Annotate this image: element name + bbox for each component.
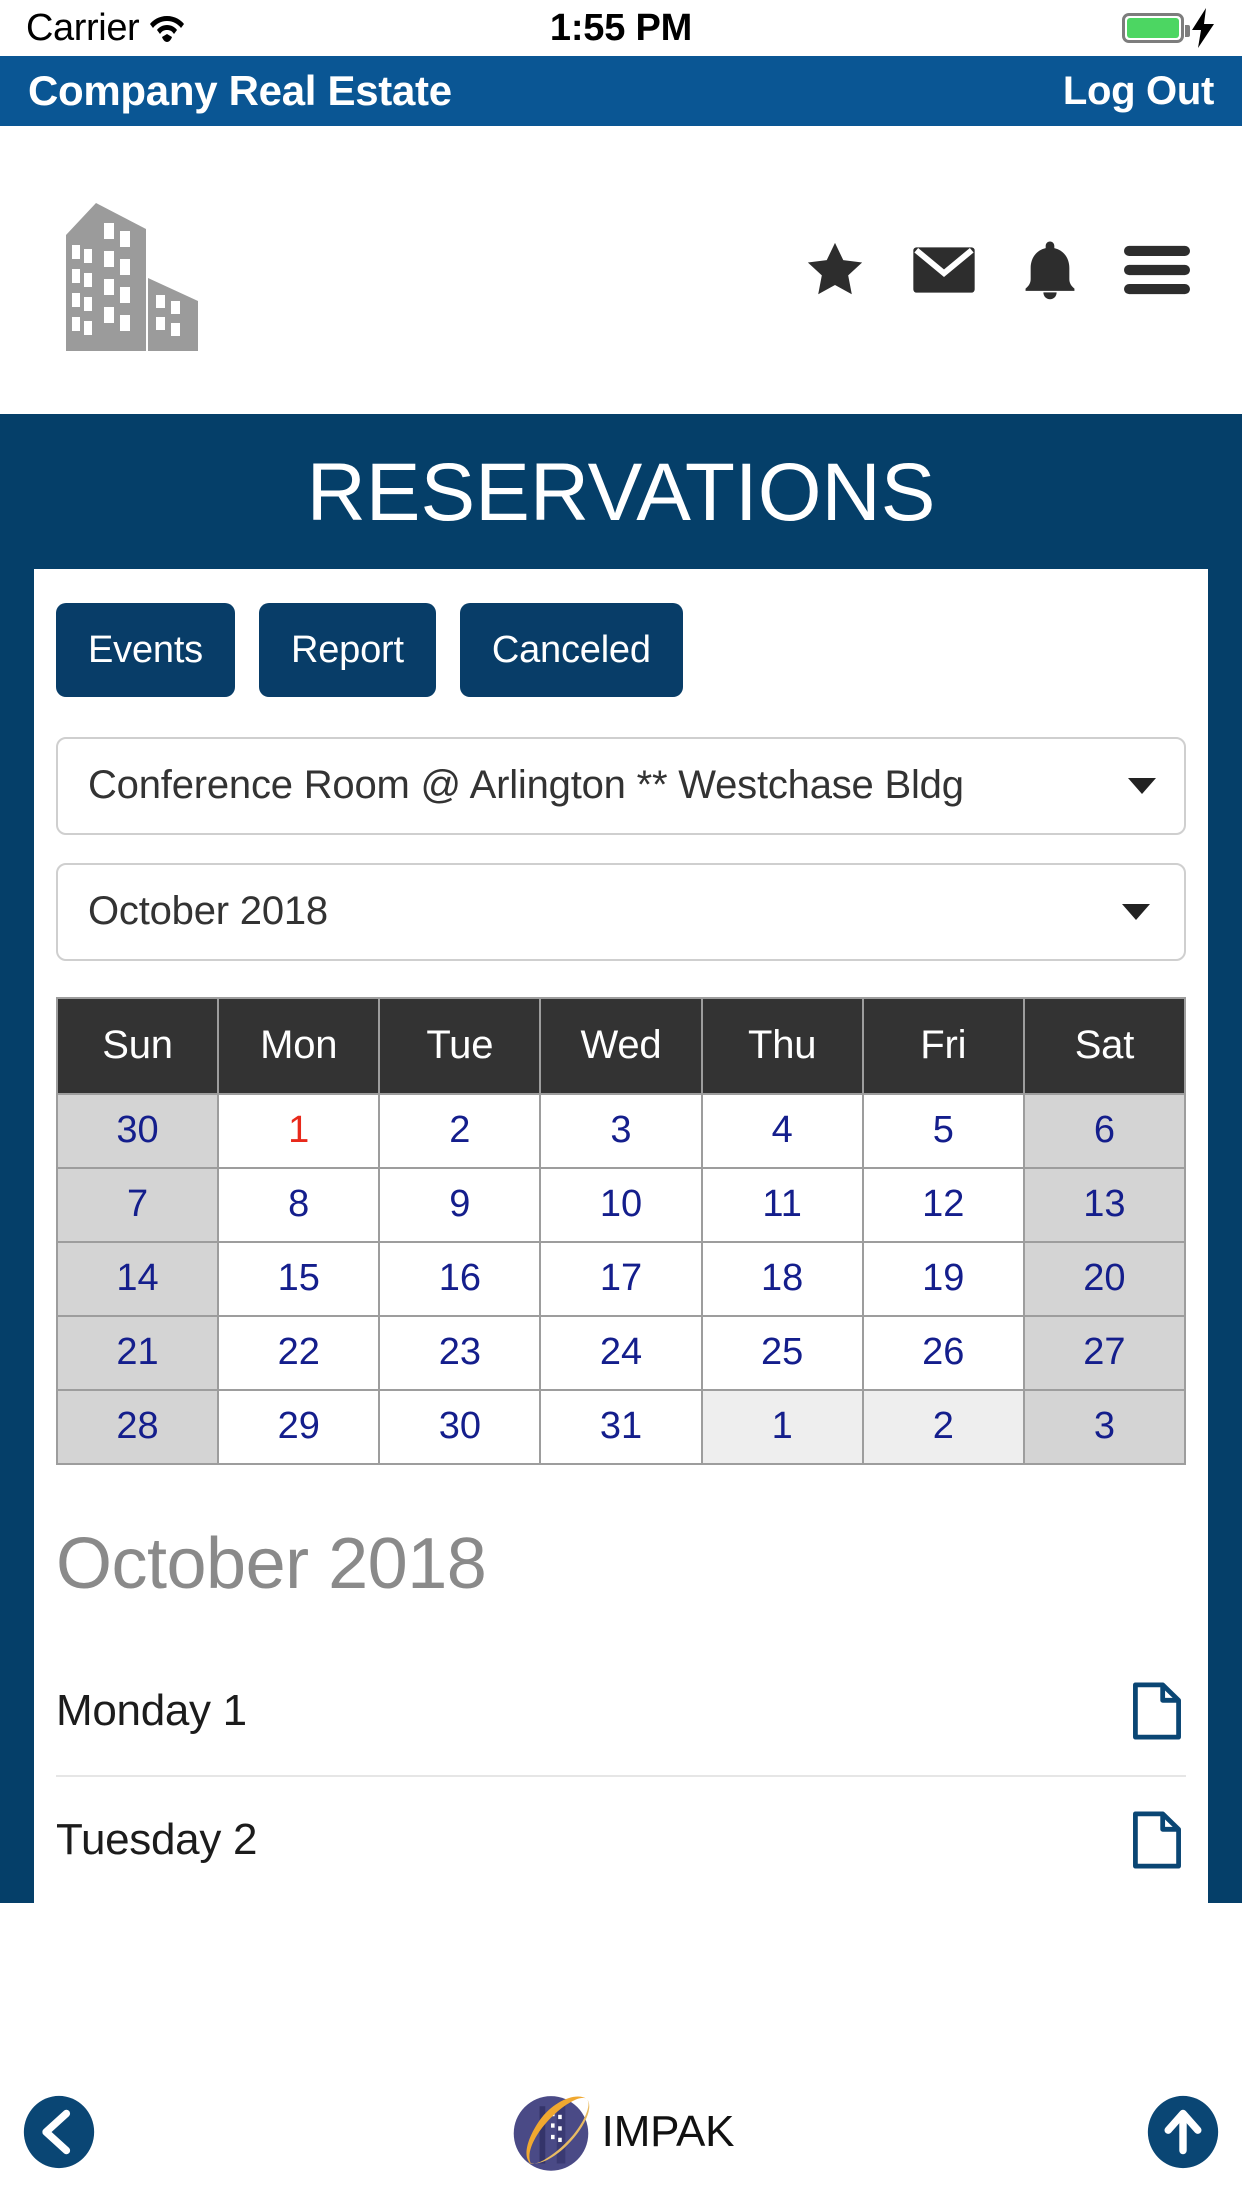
calendar-day-cell[interactable]: 30 [55, 1092, 220, 1169]
header-icon-group [804, 239, 1196, 301]
calendar-body: 30 1 2 3 4 5 6 7 8 9 10 11 12 13 14 15 16 17 18 19 20 21 22 23 2… [55, 1092, 1187, 1465]
top-nav-bar: Company Real Estate Log Out [0, 56, 1242, 126]
calendar-day-cell[interactable]: 23 [378, 1314, 542, 1391]
weekday-header: Wed [539, 996, 703, 1095]
calendar-day-cell[interactable]: 5 [861, 1092, 1025, 1169]
calendar-wrap: Sun Mon Tue Wed Thu Fri Sat 30 1 2 3 4 5 6 7 8 9 1… [34, 961, 1208, 1465]
list-item[interactable]: Monday 1 [56, 1647, 1186, 1775]
calendar-week-row: 14 15 16 17 18 19 20 [55, 1240, 1187, 1317]
document-icon[interactable] [1132, 1808, 1186, 1872]
calendar-day-cell[interactable]: 15 [217, 1240, 381, 1317]
month-select-value: October 2018 [88, 889, 328, 933]
calendar-day-cell[interactable]: 8 [217, 1166, 381, 1243]
calendar-day-cell[interactable]: 1 [217, 1092, 381, 1169]
calendar-day-cell[interactable]: 14 [55, 1240, 220, 1317]
app-title: Company Real Estate [28, 67, 452, 114]
logout-button[interactable]: Log Out [1063, 69, 1214, 114]
calendar-week-row: 28 29 30 31 1 2 3 [55, 1388, 1187, 1465]
calendar-day-cell[interactable]: 28 [55, 1388, 220, 1465]
bottom-toolbar: IMPAK [0, 2056, 1242, 2208]
impak-label: IMPAK [601, 2107, 735, 2156]
calendar-day-cell[interactable]: 13 [1022, 1166, 1187, 1243]
calendar-weekday-row: Sun Mon Tue Wed Thu Fri Sat [55, 996, 1187, 1095]
event-label: Tuesday 2 [56, 1814, 258, 1864]
calendar-day-cell[interactable]: 7 [55, 1166, 220, 1243]
calendar-day-cell[interactable]: 3 [1022, 1388, 1187, 1465]
star-icon[interactable] [804, 239, 866, 301]
month-select-wrap: October 2018 [34, 835, 1208, 961]
office-building-logo [66, 202, 198, 351]
tab-events[interactable]: Events [56, 602, 235, 697]
tab-report[interactable]: Report [258, 602, 436, 697]
calendar-day-cell[interactable]: 21 [55, 1314, 220, 1391]
impak-brand: IMPAK [508, 2089, 735, 2175]
chevron-down-icon [1122, 903, 1150, 920]
room-select[interactable]: Conference Room @ Arlington ** Westchase… [56, 736, 1186, 835]
weekday-header: Sat [1022, 996, 1187, 1095]
calendar-day-cell[interactable]: 20 [1022, 1240, 1187, 1317]
weekday-header: Sun [55, 996, 220, 1095]
calendar-day-cell[interactable]: 2 [378, 1092, 542, 1169]
page-hero: RESERVATIONS [0, 414, 1242, 569]
weekday-header: Thu [700, 996, 864, 1095]
weekday-header: Mon [217, 996, 381, 1095]
status-bar-right [1122, 8, 1216, 48]
calendar-week-row: 7 8 9 10 11 12 13 [55, 1166, 1187, 1243]
room-select-value: Conference Room @ Arlington ** Westchase… [88, 763, 964, 807]
reservations-card: Events Report Canceled Conference Room @… [34, 568, 1208, 1903]
calendar-day-cell[interactable]: 22 [217, 1314, 381, 1391]
calendar-day-cell[interactable]: 2 [861, 1388, 1025, 1465]
content-shell: Events Report Canceled Conference Room @… [0, 568, 1242, 1903]
calendar-day-cell[interactable]: 10 [539, 1166, 703, 1243]
calendar-day-cell[interactable]: 4 [700, 1092, 864, 1169]
room-select-wrap: Conference Room @ Arlington ** Westchase… [34, 697, 1208, 835]
calendar-day-cell[interactable]: 11 [700, 1166, 864, 1243]
calendar-day-cell[interactable]: 1 [700, 1388, 864, 1465]
chevron-down-icon [1128, 777, 1156, 794]
month-heading: October 2018 [56, 1523, 487, 1604]
calendar-day-cell[interactable]: 24 [539, 1314, 703, 1391]
status-bar: Carrier 1:55 PM [0, 0, 1242, 56]
lightning-bolt-icon [1192, 8, 1214, 48]
app-root: Carrier 1:55 PM Company Real Estate Log … [0, 0, 1242, 2208]
clock-label: 1:55 PM [549, 6, 693, 49]
calendar-day-cell[interactable]: 18 [700, 1240, 864, 1317]
tab-button-row: Events Report Canceled [34, 602, 1208, 697]
calendar-day-cell[interactable]: 26 [861, 1314, 1025, 1391]
calendar-table: Sun Mon Tue Wed Thu Fri Sat 30 1 2 3 4 5 6 7 8 9 1… [55, 996, 1187, 1465]
envelope-icon[interactable] [912, 245, 976, 295]
tab-canceled[interactable]: Canceled [459, 602, 683, 697]
month-select[interactable]: October 2018 [56, 862, 1186, 961]
hamburger-menu-icon[interactable] [1124, 244, 1190, 296]
calendar-day-cell[interactable]: 6 [1022, 1092, 1187, 1169]
calendar-day-cell[interactable]: 16 [378, 1240, 542, 1317]
calendar-day-cell[interactable]: 31 [539, 1388, 703, 1465]
event-label: Monday 1 [56, 1685, 247, 1735]
weekday-header: Tue [378, 996, 542, 1095]
calendar-day-cell[interactable]: 3 [539, 1092, 703, 1169]
weekday-header: Fri [861, 996, 1025, 1095]
document-icon[interactable] [1132, 1679, 1186, 1743]
bell-icon[interactable] [1022, 239, 1078, 301]
impak-globe-logo [513, 2096, 589, 2171]
calendar-day-cell[interactable]: 25 [700, 1314, 864, 1391]
calendar-day-cell[interactable]: 30 [378, 1388, 542, 1465]
battery-icon [1122, 13, 1190, 43]
list-item[interactable]: Tuesday 2 [56, 1774, 1186, 1903]
calendar-day-cell[interactable]: 12 [861, 1166, 1025, 1243]
calendar-day-cell[interactable]: 17 [539, 1240, 703, 1317]
back-arrow-icon[interactable] [22, 2095, 96, 2169]
calendar-week-row: 21 22 23 24 25 26 27 [55, 1314, 1187, 1391]
calendar-day-cell[interactable]: 9 [378, 1166, 542, 1243]
page-title: RESERVATIONS [306, 447, 936, 538]
calendar-day-cell[interactable]: 27 [1022, 1314, 1187, 1391]
brand-icon-row [0, 126, 1242, 414]
calendar-day-cell[interactable]: 19 [861, 1240, 1025, 1317]
calendar-day-cell[interactable]: 29 [217, 1388, 381, 1465]
event-list: Monday 1 Tuesday 2 [34, 1647, 1208, 1903]
calendar-week-row: 30 1 2 3 4 5 6 [55, 1092, 1187, 1169]
up-arrow-icon[interactable] [1146, 2095, 1220, 2169]
